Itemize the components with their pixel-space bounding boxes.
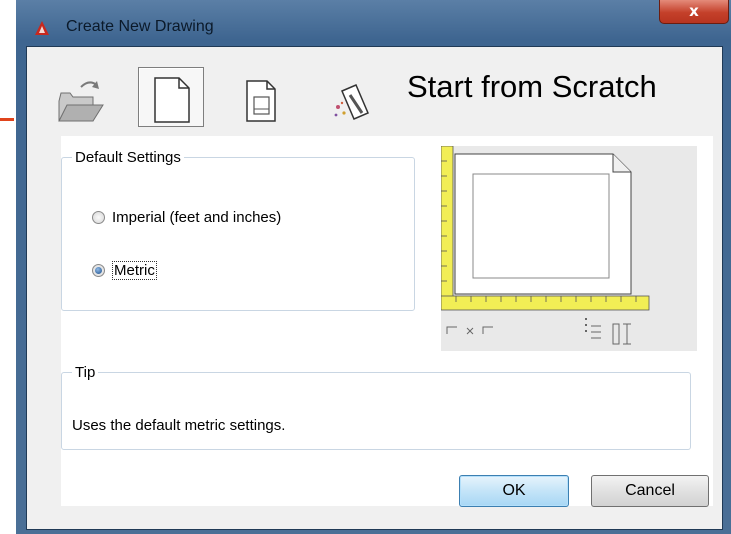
- tip-text: Uses the default metric settings.: [72, 417, 286, 434]
- cancel-button[interactable]: Cancel: [591, 475, 709, 507]
- imperial-option[interactable]: Imperial (feet and inches): [92, 209, 281, 226]
- imperial-label[interactable]: Imperial (feet and inches): [112, 209, 281, 226]
- tip-legend: Tip: [75, 364, 96, 381]
- window-title: Create New Drawing: [66, 18, 214, 35]
- preview-sheet-graphic: [441, 146, 650, 345]
- metric-option[interactable]: Metric: [92, 261, 157, 280]
- use-wizard-button[interactable]: [320, 67, 386, 127]
- close-button[interactable]: x: [659, 0, 729, 24]
- open-drawing-button[interactable]: [47, 67, 113, 127]
- metric-radio[interactable]: [92, 264, 105, 277]
- folder-open-icon: [58, 81, 104, 122]
- ok-button[interactable]: OK: [459, 475, 569, 507]
- wizard-icon: [334, 84, 369, 120]
- title-bar[interactable]: Create New Drawing x: [16, 0, 731, 44]
- metric-label[interactable]: Metric: [112, 261, 157, 280]
- page-heading: Start from Scratch: [407, 69, 657, 104]
- blank-page-icon: [154, 77, 190, 123]
- dialog-client-area: Start from Scratch Default Settings Impe…: [26, 46, 723, 530]
- drawing-preview: [441, 146, 697, 351]
- imperial-radio[interactable]: [92, 211, 105, 224]
- content-panel: Default Settings Imperial (feet and inch…: [61, 136, 713, 506]
- annotation-mark: [0, 118, 14, 121]
- tip-group: Tip Uses the default metric settings.: [61, 364, 691, 450]
- default-settings-legend: Default Settings: [75, 149, 181, 166]
- autocad-logo-icon: [35, 21, 49, 35]
- use-template-button[interactable]: [229, 67, 295, 127]
- dialog-window: Create New Drawing x Start from Scratch …: [16, 0, 731, 534]
- template-page-icon: [246, 80, 276, 122]
- default-settings-group: Default Settings Imperial (feet and inch…: [61, 149, 415, 311]
- start-from-scratch-button[interactable]: [138, 67, 204, 127]
